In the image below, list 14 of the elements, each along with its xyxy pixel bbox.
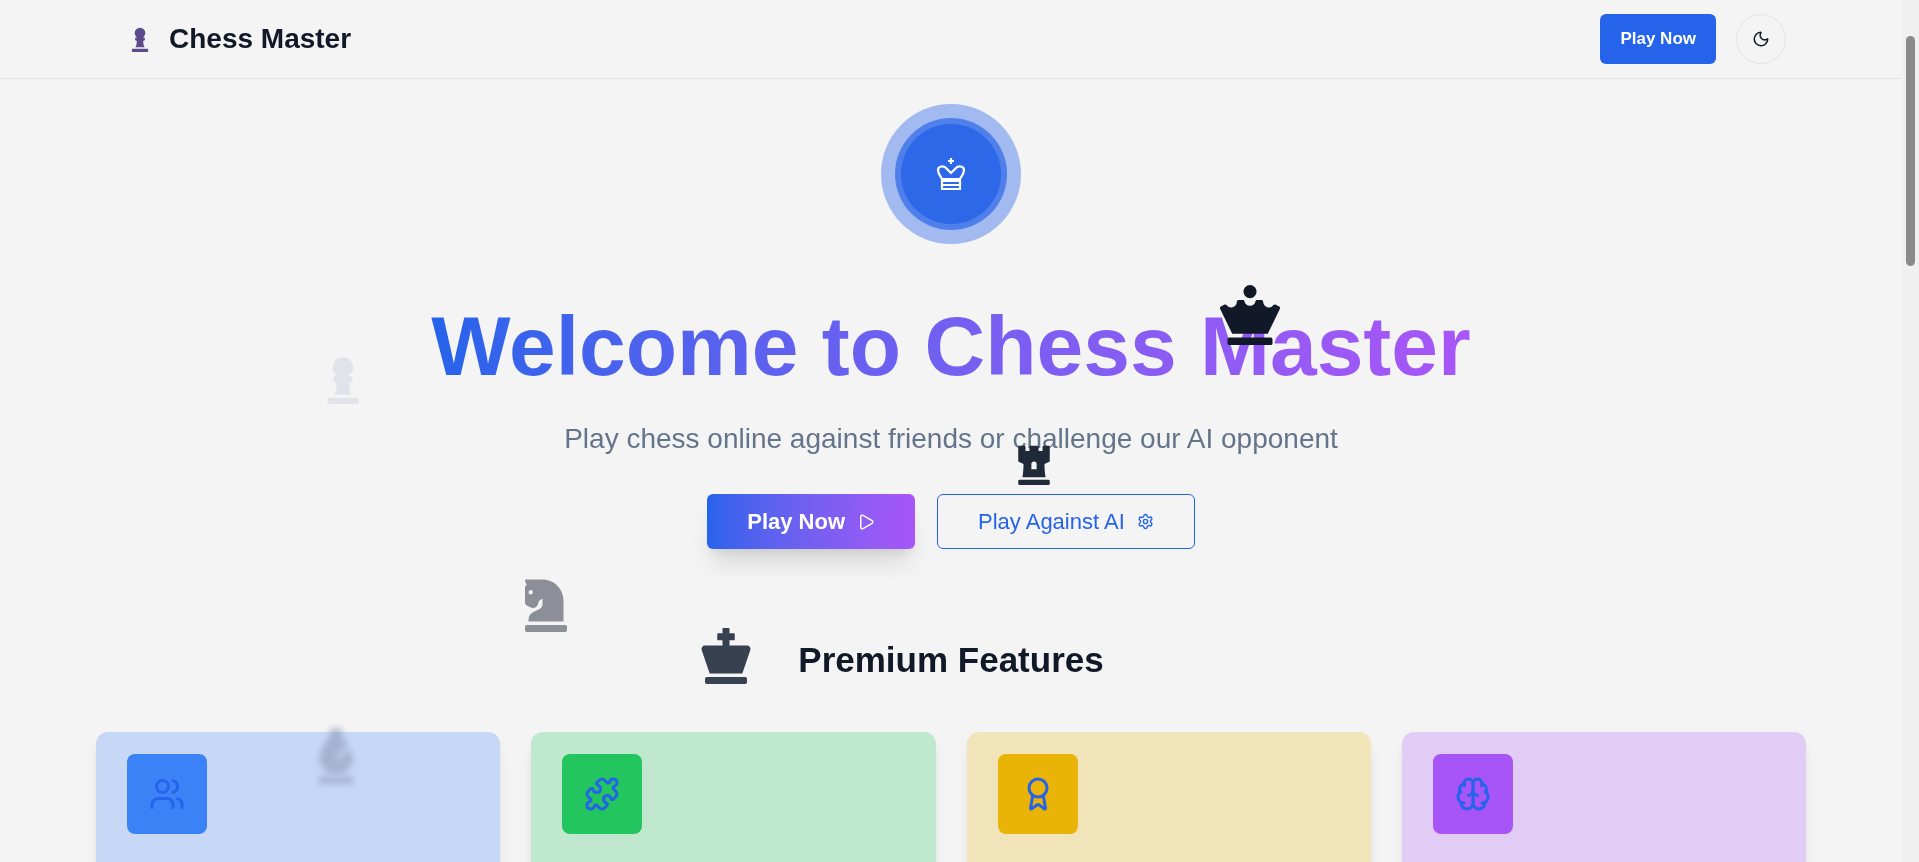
king-icon xyxy=(934,156,968,192)
play-icon xyxy=(857,512,875,531)
play-now-button[interactable]: Play Now xyxy=(707,494,915,549)
moon-icon xyxy=(1752,30,1770,48)
play-now-button[interactable]: Play Now xyxy=(1600,14,1716,64)
hero-subtitle: Play chess online against friends or challenge our AI opponent xyxy=(564,422,1338,456)
scrollbar[interactable] xyxy=(1902,0,1919,862)
site-logo[interactable]: Chess Master xyxy=(169,18,352,60)
brain-icon xyxy=(1454,775,1491,812)
settings-icon xyxy=(1136,513,1154,530)
theme-toggle-button[interactable] xyxy=(1736,14,1786,64)
section-heading: Premium Features xyxy=(798,639,1104,681)
play-against-ai-button[interactable]: Play Against AI xyxy=(937,494,1195,549)
puzzle-icon xyxy=(584,775,621,812)
